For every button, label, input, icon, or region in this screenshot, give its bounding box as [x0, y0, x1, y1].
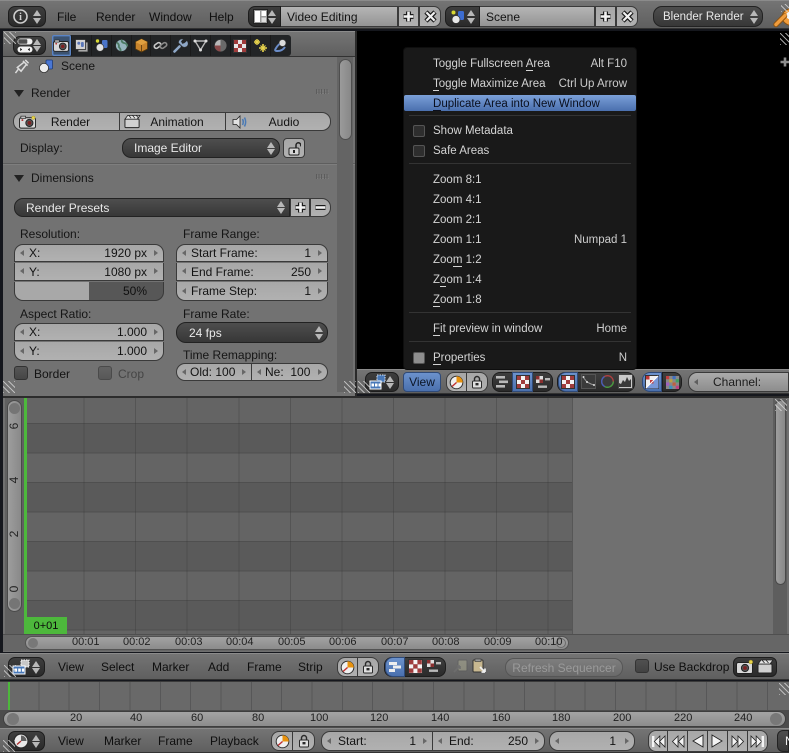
svg-text:i: i: [19, 12, 22, 23]
